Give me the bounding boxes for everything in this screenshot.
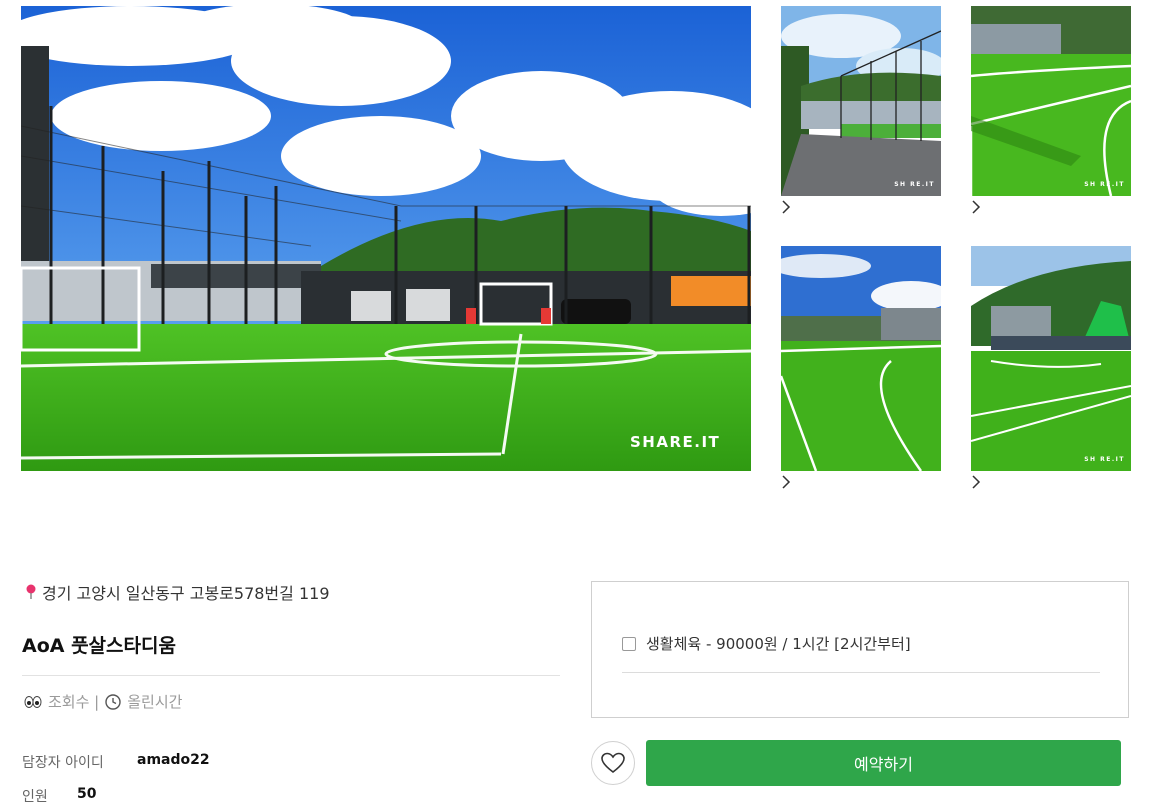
thumbnail-photo-3[interactable] [781,246,941,471]
chevron-right-icon[interactable] [969,475,983,489]
thumbnail-watermark-4: SH RE.IT [1084,456,1125,463]
option-label: 생활체육 - 90000원 / 1시간 [2시간부터] [646,635,911,653]
thumbnail-image-4 [971,246,1131,471]
thumbnail-photo-4[interactable]: SH RE.IT [971,246,1131,471]
post-stats: 조회수 | 올린시간 [24,691,182,712]
thumbnail-image-3 [781,246,941,471]
thumbnail-image-2 [971,6,1131,196]
divider [22,675,560,676]
thumbnail-watermark-2: SH RE.IT [1084,181,1125,188]
thumbnail-photo-2[interactable]: SH RE.IT [971,6,1131,196]
reserve-button[interactable]: 예약하기 [646,740,1121,786]
heart-icon [601,752,625,774]
clock-icon [105,693,121,710]
option-checkbox[interactable] [622,636,636,651]
thumbnail-image-1 [781,6,941,196]
main-photo-image [21,6,751,471]
thumbnail-watermark-1: SH RE.IT [894,181,935,188]
booking-option[interactable]: 생활체육 - 90000원 / 1시간 [2시간부터] [622,633,911,654]
capacity-label: 인원 [22,789,48,805]
posted-time-label: 올린시간 [127,693,183,711]
main-photo-watermark: SHARE.IT [630,433,721,451]
manager-id-value: amado22 [137,752,210,768]
capacity-value: 50 [77,786,97,802]
chevron-right-icon[interactable] [779,475,793,489]
option-divider [622,672,1100,673]
venue-title: AoA 풋살스타디움 [22,635,176,657]
location-pin-icon [26,584,36,599]
views-label: 조회수 | [48,693,100,711]
venue-address: 경기 고양시 일산동구 고봉로578번길 119 [24,580,330,604]
chevron-right-icon[interactable] [779,200,793,214]
chevron-right-icon[interactable] [969,200,983,214]
favorite-button[interactable] [591,741,635,785]
booking-options-box: 생활체육 - 90000원 / 1시간 [2시간부터] [591,581,1129,718]
address-text: 경기 고양시 일산동구 고봉로578번길 119 [42,584,330,603]
thumbnail-photo-1[interactable]: SH RE.IT [781,6,941,196]
eyes-icon [24,695,42,708]
manager-id-label: 담장자 아이디 [22,755,104,771]
main-venue-photo[interactable]: SHARE.IT [21,6,751,471]
